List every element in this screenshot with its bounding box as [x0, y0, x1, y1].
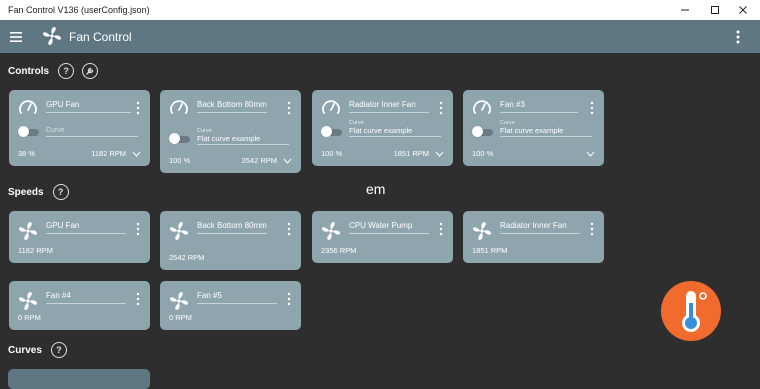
controls-section-header: Controls ?: [8, 63, 99, 79]
fan-icon: [473, 222, 491, 240]
controls-help-icon[interactable]: ?: [58, 63, 75, 79]
gauge-icon: [473, 100, 491, 114]
curve-card[interactable]: [8, 369, 150, 389]
curve-value: Flat curve example: [500, 126, 564, 135]
curves-help-icon[interactable]: ?: [50, 342, 67, 358]
speed-name[interactable]: Back Bottom 80mm: [197, 221, 267, 234]
card-more-icon[interactable]: [589, 101, 595, 115]
control-rpm: 1851 RPM: [393, 149, 429, 158]
speed-name[interactable]: Fan #5: [197, 291, 277, 304]
gauge-icon: [322, 100, 340, 114]
card-more-icon[interactable]: [135, 292, 141, 306]
app-bar: Fan Control: [0, 20, 760, 53]
chevron-down-icon[interactable]: [132, 150, 141, 158]
speed-value: 0 RPM: [169, 313, 192, 322]
manual-control-toggle[interactable]: [169, 133, 191, 144]
speed-name[interactable]: CPU Water Pump: [349, 221, 429, 234]
control-percent: 38 %: [18, 149, 36, 158]
curve-placeholder: Curve: [46, 127, 65, 134]
curve-selector[interactable]: Curve Flat curve example: [500, 120, 592, 137]
control-card-fan-3[interactable]: Fan #3 Curve Flat curve example 100 %: [463, 90, 604, 166]
card-more-icon[interactable]: [286, 222, 292, 236]
speed-card-gpu-fan[interactable]: GPU Fan 1182 RPM: [9, 211, 150, 263]
thermometer-icon: [682, 291, 707, 332]
card-more-icon[interactable]: [286, 292, 292, 306]
card-more-icon[interactable]: [286, 101, 292, 115]
speed-value: 2356 RPM: [321, 246, 357, 255]
controls-heading: Controls: [8, 65, 50, 77]
fan-icon: [19, 292, 37, 310]
control-percent: 100 %: [169, 156, 191, 165]
fan-icon: [170, 222, 188, 240]
maximize-icon: [711, 6, 719, 14]
chevron-down-icon[interactable]: [586, 150, 595, 158]
control-card-back-bottom[interactable]: Back Bottom 80mm Curve Flat curve exampl…: [160, 90, 301, 173]
card-more-icon[interactable]: [135, 222, 141, 236]
control-rpm: 1182 RPM: [91, 149, 126, 158]
speed-card-fan-5[interactable]: Fan #5 0 RPM: [160, 281, 301, 330]
curve-selector[interactable]: Curve Flat curve example: [349, 120, 441, 137]
speeds-help-icon[interactable]: ?: [52, 184, 69, 200]
window-titlebar: Fan Control V136 (userConfig.json): [0, 0, 760, 20]
fan-logo-icon: [43, 27, 61, 45]
stray-text: em: [366, 181, 386, 197]
window-title: Fan Control V136 (userConfig.json): [8, 5, 150, 15]
chevron-down-icon[interactable]: [283, 157, 292, 165]
curves-section-header: Curves ?: [8, 342, 67, 358]
minimize-icon: [681, 9, 689, 11]
curve-value: Flat curve example: [349, 126, 413, 135]
curve-selector[interactable]: Curve: [46, 126, 138, 137]
card-more-icon[interactable]: [589, 222, 595, 236]
speed-card-radiator-inner[interactable]: Radiator Inner Fan 1851 RPM: [463, 211, 604, 263]
speed-card-fan-4[interactable]: Fan #4 0 RPM: [9, 281, 150, 330]
control-name[interactable]: Fan #3: [500, 100, 578, 113]
card-more-icon[interactable]: [438, 222, 444, 236]
control-percent: 100 %: [472, 149, 494, 158]
control-name[interactable]: Radiator Inner Fan: [349, 100, 429, 113]
control-name[interactable]: Back Bottom 80mm: [197, 100, 267, 113]
speed-name[interactable]: Radiator Inner Fan: [500, 221, 580, 234]
curves-heading: Curves: [8, 344, 42, 356]
speeds-heading: Speeds: [8, 186, 44, 198]
manual-control-toggle[interactable]: [18, 126, 40, 137]
minimize-button[interactable]: [670, 0, 700, 20]
control-card-gpu-fan[interactable]: GPU Fan Curve 38 % 1182 RPM: [9, 90, 150, 166]
fan-icon: [170, 292, 188, 310]
chevron-down-icon[interactable]: [435, 150, 444, 158]
speed-card-cpu-water-pump[interactable]: CPU Water Pump 2356 RPM: [312, 211, 453, 263]
wrench-icon[interactable]: [82, 63, 99, 79]
speed-card-back-bottom[interactable]: Back Bottom 80mm 2542 RPM: [160, 211, 301, 270]
hamburger-icon[interactable]: [8, 28, 26, 46]
maximize-button[interactable]: [700, 0, 730, 20]
control-rpm: 2542 RPM: [241, 156, 277, 165]
control-card-radiator-inner[interactable]: Radiator Inner Fan Curve Flat curve exam…: [312, 90, 453, 166]
speed-value: 0 RPM: [18, 313, 41, 322]
manual-control-toggle[interactable]: [472, 126, 494, 137]
more-options-icon[interactable]: [730, 28, 746, 46]
speeds-section-header: Speeds ?: [8, 184, 69, 200]
speed-name[interactable]: GPU Fan: [46, 221, 126, 234]
gauge-icon: [19, 100, 37, 114]
curve-value: Flat curve example: [197, 134, 261, 143]
fan-icon: [19, 222, 37, 240]
gauge-icon: [170, 100, 188, 114]
card-more-icon[interactable]: [438, 101, 444, 115]
speed-name[interactable]: Fan #4: [46, 291, 126, 304]
manual-control-toggle[interactable]: [321, 126, 343, 137]
speed-value: 1851 RPM: [472, 246, 508, 255]
app-title: Fan Control: [69, 30, 132, 44]
fan-icon: [322, 222, 340, 240]
close-button[interactable]: [728, 0, 758, 20]
thermometer-badge: [661, 281, 721, 341]
speed-value: 1182 RPM: [18, 246, 53, 255]
close-icon: [739, 6, 747, 14]
card-more-icon[interactable]: [135, 101, 141, 115]
control-percent: 100 %: [321, 149, 343, 158]
control-name[interactable]: GPU Fan: [46, 100, 131, 113]
curve-selector[interactable]: Curve Flat curve example: [197, 128, 289, 145]
speed-value: 2542 RPM: [169, 253, 205, 262]
